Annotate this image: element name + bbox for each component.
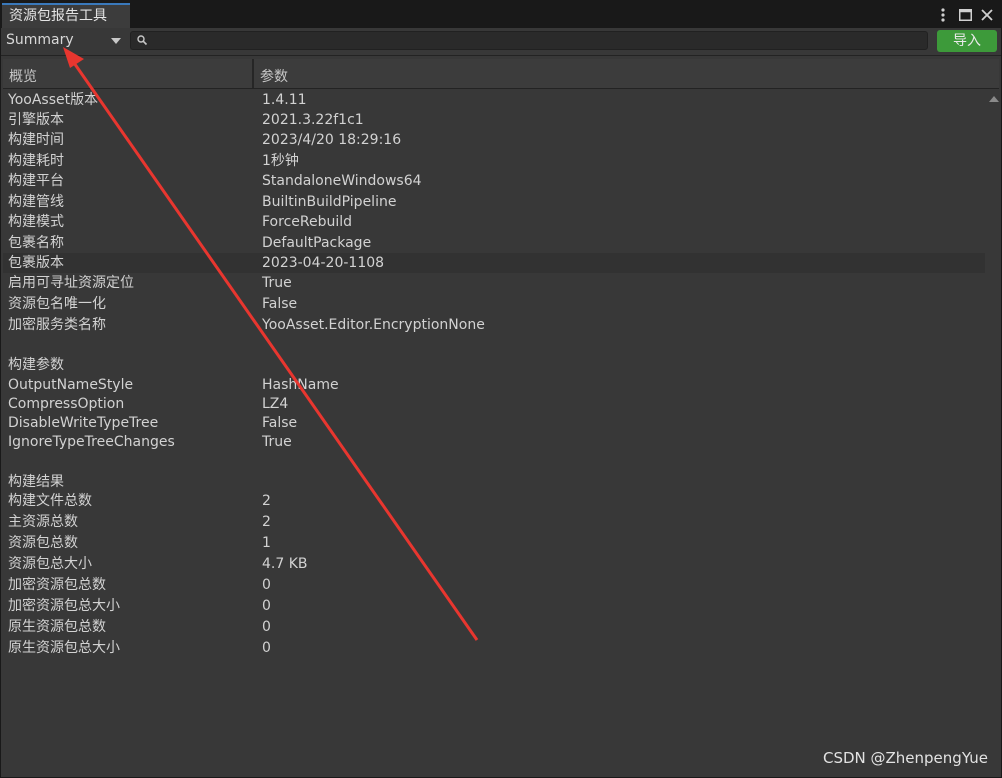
item-value: 2023-04-20-1108: [262, 255, 385, 271]
item-label: 包裹名称: [8, 235, 64, 251]
list-item[interactable]: 构建平台 StandaloneWindows64: [3, 171, 985, 191]
search-icon: [137, 35, 148, 46]
item-label: 构建时间: [8, 132, 64, 148]
item-value: 0: [262, 619, 271, 635]
list-item[interactable]: OutputNameStyle HashName: [3, 375, 985, 395]
list-item[interactable]: 构建管线 BuiltinBuildPipeline: [3, 192, 985, 212]
item-label: 构建管线: [8, 194, 64, 210]
item-label: 加密资源包总数: [8, 577, 106, 593]
maximize-icon[interactable]: [957, 6, 973, 24]
list-item[interactable]: 资源包总大小 4.7 KB: [3, 554, 985, 574]
import-button[interactable]: 导入: [937, 30, 997, 52]
item-value: 2: [262, 493, 271, 509]
item-value: False: [262, 415, 298, 431]
window-controls: [935, 5, 995, 25]
item-label: 主资源总数: [8, 514, 78, 530]
list-item[interactable]: 主资源总数 2: [3, 512, 985, 532]
list-item[interactable]: 引擎版本 2021.3.22f1c1: [3, 110, 985, 130]
item-label: 引擎版本: [8, 112, 64, 128]
item-value: YooAsset.Editor.EncryptionNone: [262, 317, 485, 333]
close-icon[interactable]: [979, 6, 995, 24]
item-label: IgnoreTypeTreeChanges: [8, 434, 175, 450]
list-item[interactable]: 包裹版本 2023-04-20-1108: [3, 253, 985, 273]
list-item[interactable]: 包裹名称 DefaultPackage: [3, 233, 985, 253]
item-value: 2: [262, 514, 271, 530]
list-item[interactable]: 原生资源包总大小 0: [3, 638, 985, 658]
item-label: 构建耗时: [8, 153, 64, 169]
item-label: 原生资源包总数: [8, 619, 106, 635]
view-mode-dropdown[interactable]: Summary: [3, 30, 123, 51]
item-label: 构建结果: [8, 474, 64, 490]
item-label: CompressOption: [8, 396, 125, 412]
item-label: 资源包总大小: [8, 556, 92, 572]
item-value: StandaloneWindows64: [262, 173, 422, 189]
list-item[interactable]: 加密服务类名称 YooAsset.Editor.EncryptionNone: [3, 315, 985, 335]
title-bar: 资源包报告工具: [1, 1, 1001, 28]
table-header: 概览 参数: [3, 59, 999, 89]
item-label: 构建参数: [8, 357, 64, 373]
summary-list: YooAsset版本 1.4.11 引擎版本 2021.3.22f1c1 构建时间 202…: [3, 90, 985, 755]
list-item[interactable]: DisableWriteTypeTree False: [3, 413, 985, 433]
list-item[interactable]: 加密资源包总数 0: [3, 575, 985, 595]
vertical-scrollbar[interactable]: [987, 90, 999, 755]
view-mode-label: Summary: [6, 32, 74, 48]
item-value: 2021.3.22f1c1: [262, 112, 364, 128]
item-label: 构建文件总数: [8, 493, 92, 509]
item-value: 4.7 KB: [262, 556, 308, 572]
watermark: CSDN @ZhenpengYue: [822, 749, 988, 767]
search-input[interactable]: [130, 31, 928, 50]
tab-report-tool[interactable]: 资源包报告工具: [2, 3, 130, 28]
item-value: DefaultPackage: [262, 235, 372, 251]
item-value: True: [262, 434, 292, 450]
item-label: 构建平台: [8, 173, 64, 189]
list-item[interactable]: 构建结果: [3, 472, 985, 492]
item-label: OutputNameStyle: [8, 377, 134, 393]
list-item[interactable]: 构建文件总数 2: [3, 491, 985, 511]
list-item[interactable]: YooAsset版本 1.4.11: [3, 90, 985, 110]
item-value: True: [262, 275, 292, 291]
scroll-up-icon[interactable]: [989, 96, 999, 102]
report-window: 资源包报告工具 Summary 导入 概览 参数 YooAsset版本 1.4.…: [0, 0, 1002, 778]
list-item[interactable]: 原生资源包总数 0: [3, 617, 985, 637]
column-header-overview[interactable]: 概览: [9, 66, 37, 86]
list-item[interactable]: 构建模式 ForceRebuild: [3, 212, 985, 232]
item-value: ForceRebuild: [262, 214, 353, 230]
item-label: YooAsset版本: [8, 92, 99, 108]
item-value: 0: [262, 598, 271, 614]
more-vert-icon[interactable]: [935, 6, 951, 24]
item-label: 启用可寻址资源定位: [8, 275, 134, 291]
item-label: 资源包总数: [8, 535, 78, 551]
list-item[interactable]: 加密资源包总大小 0: [3, 596, 985, 616]
column-header-params[interactable]: 参数: [260, 66, 288, 86]
list-item[interactable]: CompressOption LZ4: [3, 394, 985, 414]
list-item[interactable]: 构建参数: [3, 355, 985, 375]
item-label: 原生资源包总大小: [8, 640, 120, 656]
list-item[interactable]: 资源包总数 1: [3, 533, 985, 553]
item-value: 2023/4/20 18:29:16: [262, 132, 402, 148]
item-label: 资源包名唯一化: [8, 296, 106, 312]
chevron-down-icon: [111, 38, 121, 44]
item-label: 包裹版本: [8, 255, 64, 271]
item-label: 构建模式: [8, 214, 64, 230]
list-item[interactable]: 资源包名唯一化 False: [3, 294, 985, 314]
item-value: False: [262, 296, 298, 312]
item-value: 1: [262, 535, 271, 551]
item-value: 0: [262, 640, 271, 656]
item-value: BuiltinBuildPipeline: [262, 194, 397, 210]
item-value: 1.4.11: [262, 92, 307, 108]
item-value: HashName: [262, 377, 339, 393]
item-value: LZ4: [262, 396, 289, 412]
item-label: 加密资源包总大小: [8, 598, 120, 614]
toolbar: Summary 导入: [1, 28, 1001, 56]
item-label: DisableWriteTypeTree: [8, 415, 159, 431]
list-item[interactable]: IgnoreTypeTreeChanges True: [3, 432, 985, 452]
list-item[interactable]: 构建时间 2023/4/20 18:29:16: [3, 130, 985, 150]
item-value: 0: [262, 577, 271, 593]
item-label: 加密服务类名称: [8, 317, 106, 333]
column-resize-handle[interactable]: [252, 59, 254, 88]
item-value: 1秒钟: [262, 153, 299, 169]
list-item[interactable]: 构建耗时 1秒钟: [3, 151, 985, 171]
list-item[interactable]: 启用可寻址资源定位 True: [3, 273, 985, 293]
